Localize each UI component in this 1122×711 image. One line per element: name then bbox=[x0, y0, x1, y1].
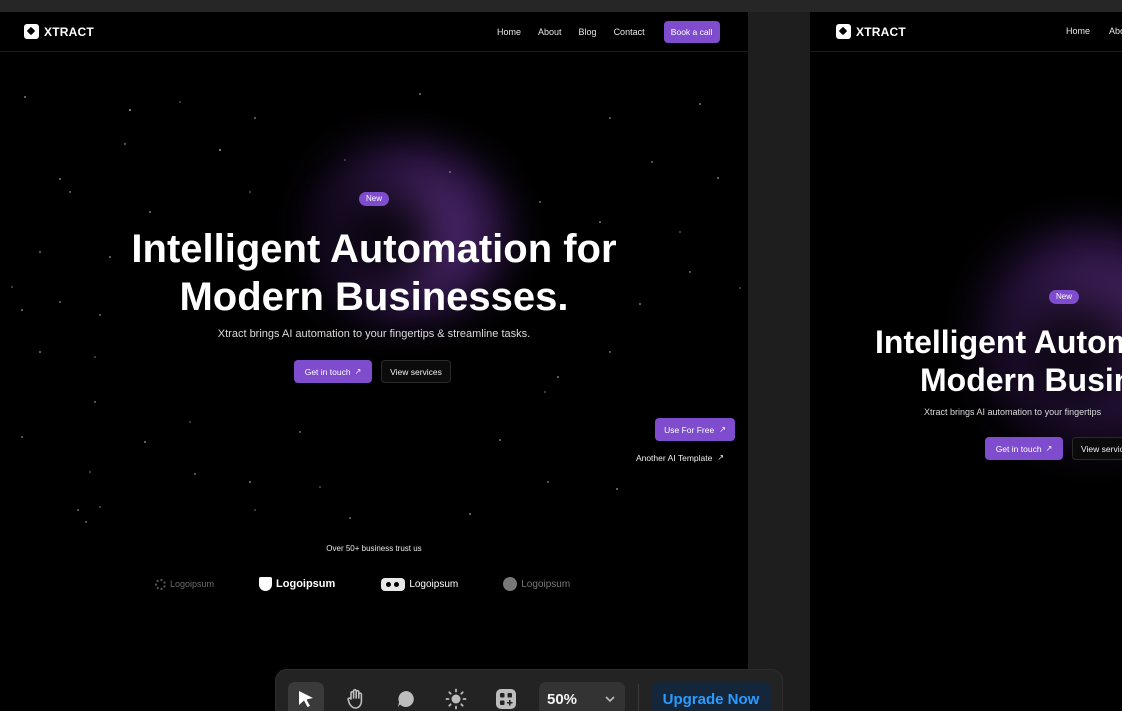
get-in-touch-label: Get in touch bbox=[995, 443, 1042, 454]
upgrade-now-button[interactable]: Upgrade Now bbox=[651, 682, 771, 711]
nav-home[interactable]: Home bbox=[1066, 26, 1090, 36]
hand-tool-button[interactable] bbox=[338, 682, 374, 711]
brightness-tool-button[interactable] bbox=[438, 682, 474, 711]
arrow-up-right-icon: ↗ bbox=[354, 367, 362, 376]
brand-name: XTRACT bbox=[44, 24, 94, 39]
nav-links: Home Abo bbox=[1066, 26, 1122, 36]
hero-subtitle: Xtract brings AI automation to your fing… bbox=[924, 407, 1102, 417]
nav-links: Home About Blog Contact Book a call bbox=[497, 21, 720, 43]
arrow-up-right-icon: ↗ bbox=[717, 453, 725, 462]
partner-logo: Logoipsum bbox=[381, 577, 458, 591]
toolbar-divider bbox=[638, 684, 639, 711]
logo-sun-icon bbox=[155, 578, 166, 590]
site-navbar: XTRACT Home About Blog Contact Book a ca… bbox=[0, 12, 748, 52]
website-frame-tablet[interactable]: XTRACT Home Abo New Intelligent Autom Mo… bbox=[810, 12, 1122, 711]
comment-tool-button[interactable] bbox=[388, 682, 424, 711]
brand-name: XTRACT bbox=[856, 24, 906, 39]
site-logo[interactable]: XTRACT bbox=[836, 24, 906, 39]
another-template-label: Another AI Template bbox=[635, 452, 713, 463]
partner-logo: Logoipsum bbox=[503, 577, 570, 591]
get-in-touch-button[interactable]: Get in touch ↗ bbox=[985, 437, 1063, 460]
hero-headline-line1: Intelligent Autom bbox=[875, 324, 1122, 360]
nav-about[interactable]: About bbox=[538, 27, 562, 37]
nav-contact[interactable]: Contact bbox=[614, 27, 645, 37]
website-frame-desktop[interactable]: XTRACT Home About Blog Contact Book a ca… bbox=[0, 12, 748, 711]
get-in-touch-label: Get in touch bbox=[304, 366, 351, 377]
canvas-top-strip bbox=[0, 0, 1122, 12]
logo-pill-icon bbox=[381, 577, 406, 591]
zoom-select[interactable]: 50% bbox=[539, 682, 625, 711]
design-canvas[interactable]: XTRACT Home About Blog Contact Book a ca… bbox=[0, 0, 1122, 711]
nav-about[interactable]: Abo bbox=[1109, 26, 1122, 36]
use-for-free-button[interactable]: Use For Free ↗ bbox=[655, 418, 735, 441]
use-for-free-label: Use For Free bbox=[664, 424, 715, 435]
site-navbar: XTRACT Home Abo bbox=[810, 12, 1122, 52]
comment-icon bbox=[398, 691, 414, 707]
hero-subtitle: Xtract brings AI automation to your fing… bbox=[217, 328, 531, 340]
chevron-down-icon bbox=[605, 696, 615, 703]
new-badge: New bbox=[1049, 290, 1080, 304]
logo-aperture-icon bbox=[503, 577, 518, 591]
logo-mark-icon bbox=[836, 24, 851, 39]
canvas-toolbar: 50% Upgrade Now bbox=[275, 669, 783, 711]
another-template-button[interactable]: Another AI Template ↗ bbox=[625, 446, 735, 469]
logo-mark-icon bbox=[24, 24, 39, 39]
brightness-icon bbox=[445, 688, 467, 710]
components-icon bbox=[496, 689, 516, 709]
select-tool-button[interactable] bbox=[288, 682, 324, 711]
new-badge: New bbox=[359, 192, 390, 206]
hero-headline-line2: Modern Businesses. bbox=[179, 275, 569, 319]
hand-icon bbox=[347, 688, 363, 709]
get-in-touch-button[interactable]: Get in touch ↗ bbox=[294, 360, 372, 383]
logo-shield-icon bbox=[259, 577, 273, 591]
nav-home[interactable]: Home bbox=[497, 27, 521, 37]
partner-logo: Logoipsum bbox=[259, 577, 335, 591]
trust-text: Over 50+ business trust us bbox=[326, 544, 422, 553]
zoom-value: 50% bbox=[547, 690, 578, 708]
book-call-button[interactable]: Book a call bbox=[663, 21, 720, 43]
partner-logos: Logoipsum Logoipsum Logoipsum Logoipsum bbox=[155, 577, 570, 591]
view-services-button[interactable]: View servic bbox=[1072, 437, 1122, 460]
nav-blog[interactable]: Blog bbox=[579, 27, 597, 37]
partner-logo: Logoipsum bbox=[155, 578, 214, 590]
hero-headline-line1: Intelligent Automation for bbox=[131, 227, 617, 271]
view-services-button[interactable]: View services bbox=[381, 360, 451, 383]
components-tool-button[interactable] bbox=[488, 682, 524, 711]
cursor-arrow-icon bbox=[299, 691, 313, 707]
arrow-up-right-icon: ↗ bbox=[719, 425, 726, 434]
arrow-up-right-icon: ↗ bbox=[1045, 444, 1053, 453]
hero-headline-line2: Modern Busin bbox=[920, 362, 1122, 398]
site-logo[interactable]: XTRACT bbox=[24, 24, 94, 39]
